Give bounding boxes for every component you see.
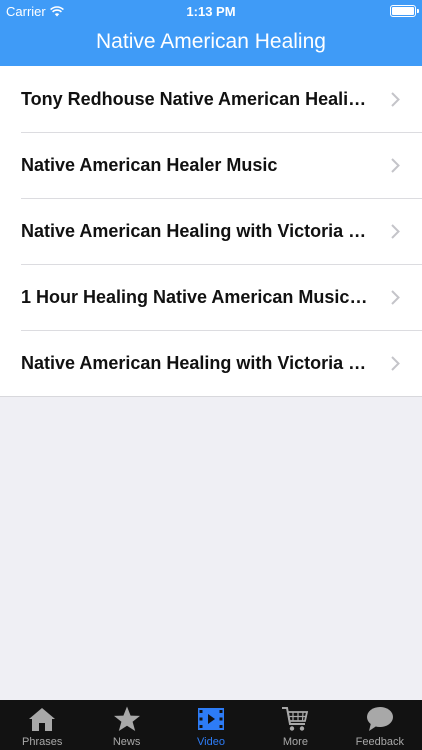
page-title: Native American Healing [96, 30, 326, 53]
video-list: Tony Redhouse Native American Healin... … [0, 66, 422, 397]
list-item-title: Tony Redhouse Native American Healin... [21, 88, 372, 109]
list-item-title: Native American Healing with Victoria F.… [21, 220, 372, 241]
star-icon [113, 706, 140, 731]
tab-news[interactable]: News [84, 700, 168, 750]
tab-label: More [282, 736, 308, 748]
tab-phrases[interactable]: Phrases [0, 700, 84, 750]
chevron-right-icon [391, 92, 400, 107]
tab-bar: Phrases News Video More Feedback [0, 700, 422, 750]
speech-bubble-icon [366, 707, 393, 731]
house-icon [29, 708, 56, 731]
list-item-title: Native American Healing with Victoria F.… [21, 352, 372, 373]
list-item[interactable]: 1 Hour Healing Native American Music b..… [0, 264, 422, 330]
list-item-title: 1 Hour Healing Native American Music b..… [21, 286, 372, 307]
list-item[interactable]: Native American Healing with Victoria F.… [0, 330, 422, 396]
tab-label: Feedback [355, 736, 404, 748]
tab-feedback[interactable]: Feedback [338, 700, 422, 750]
tab-more[interactable]: More [253, 700, 337, 750]
chevron-right-icon [391, 224, 400, 239]
status-time: 1:13 PM [186, 4, 236, 19]
tab-label: Video [197, 736, 225, 748]
chevron-right-icon [391, 158, 400, 173]
list-item-title: Native American Healer Music [21, 154, 278, 175]
battery-icon [390, 5, 419, 17]
list-item[interactable]: Tony Redhouse Native American Healin... [0, 66, 422, 132]
list-item[interactable]: Native American Healer Music [0, 132, 422, 198]
cart-icon [282, 707, 309, 731]
chevron-right-icon [391, 356, 400, 371]
chevron-right-icon [391, 290, 400, 305]
tab-label: Phrases [22, 736, 63, 748]
tab-label: News [112, 736, 141, 748]
list-item[interactable]: Native American Healing with Victoria F.… [0, 198, 422, 264]
film-icon [198, 708, 225, 730]
tab-video[interactable]: Video [169, 700, 253, 750]
status-bar: Carrier 1:13 PM [0, 0, 422, 22]
header: Carrier 1:13 PM Native American Healing [0, 0, 422, 66]
